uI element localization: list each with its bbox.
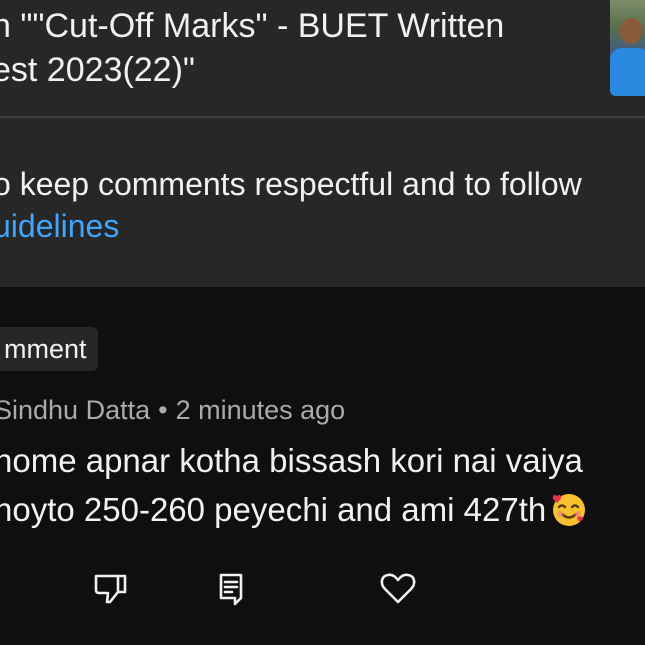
comment-line: hoyto 250-260 peyechi and ami 427th [0,485,645,534]
meta-separator: • [158,395,168,425]
comment-meta: Sindhu Datta • 2 minutes ago [0,392,345,428]
guidelines-link[interactable]: uidelines [0,208,119,244]
comment-actions [0,565,645,621]
community-guidelines-notice: o keep comments respectful and to follow… [0,163,645,247]
header-divider [0,116,645,118]
comment-time: 2 minutes ago [175,395,346,425]
thumbs-down-icon [90,568,130,613]
add-comment-chip[interactable]: mment [0,327,98,371]
dislike-button[interactable] [86,565,134,615]
comment-icon [210,568,250,613]
comment-line-text: hoyto 250-260 peyechi and ami 427th [0,491,547,528]
channel-avatar-thumbnail[interactable] [610,0,645,96]
comments-header-panel: n ""Cut-Off Marks" - BUET Written est 20… [0,0,645,287]
comment-line: home apnar kotha bissash kori nai vaiya [0,442,583,479]
comment-body: home apnar kotha bissash kori nai vaiya … [0,436,645,534]
comment-author[interactable]: Sindhu Datta [0,395,150,425]
notice-text: o keep comments respectful and to follow [0,166,582,202]
heart-button[interactable] [374,565,422,615]
heart-icon [378,568,418,613]
smiling-face-with-hearts-icon [550,490,588,528]
reply-button[interactable] [206,565,254,615]
video-title: n ""Cut-Off Marks" - BUET Written est 20… [0,7,505,89]
comments-screen: n ""Cut-Off Marks" - BUET Written est 20… [0,0,645,645]
